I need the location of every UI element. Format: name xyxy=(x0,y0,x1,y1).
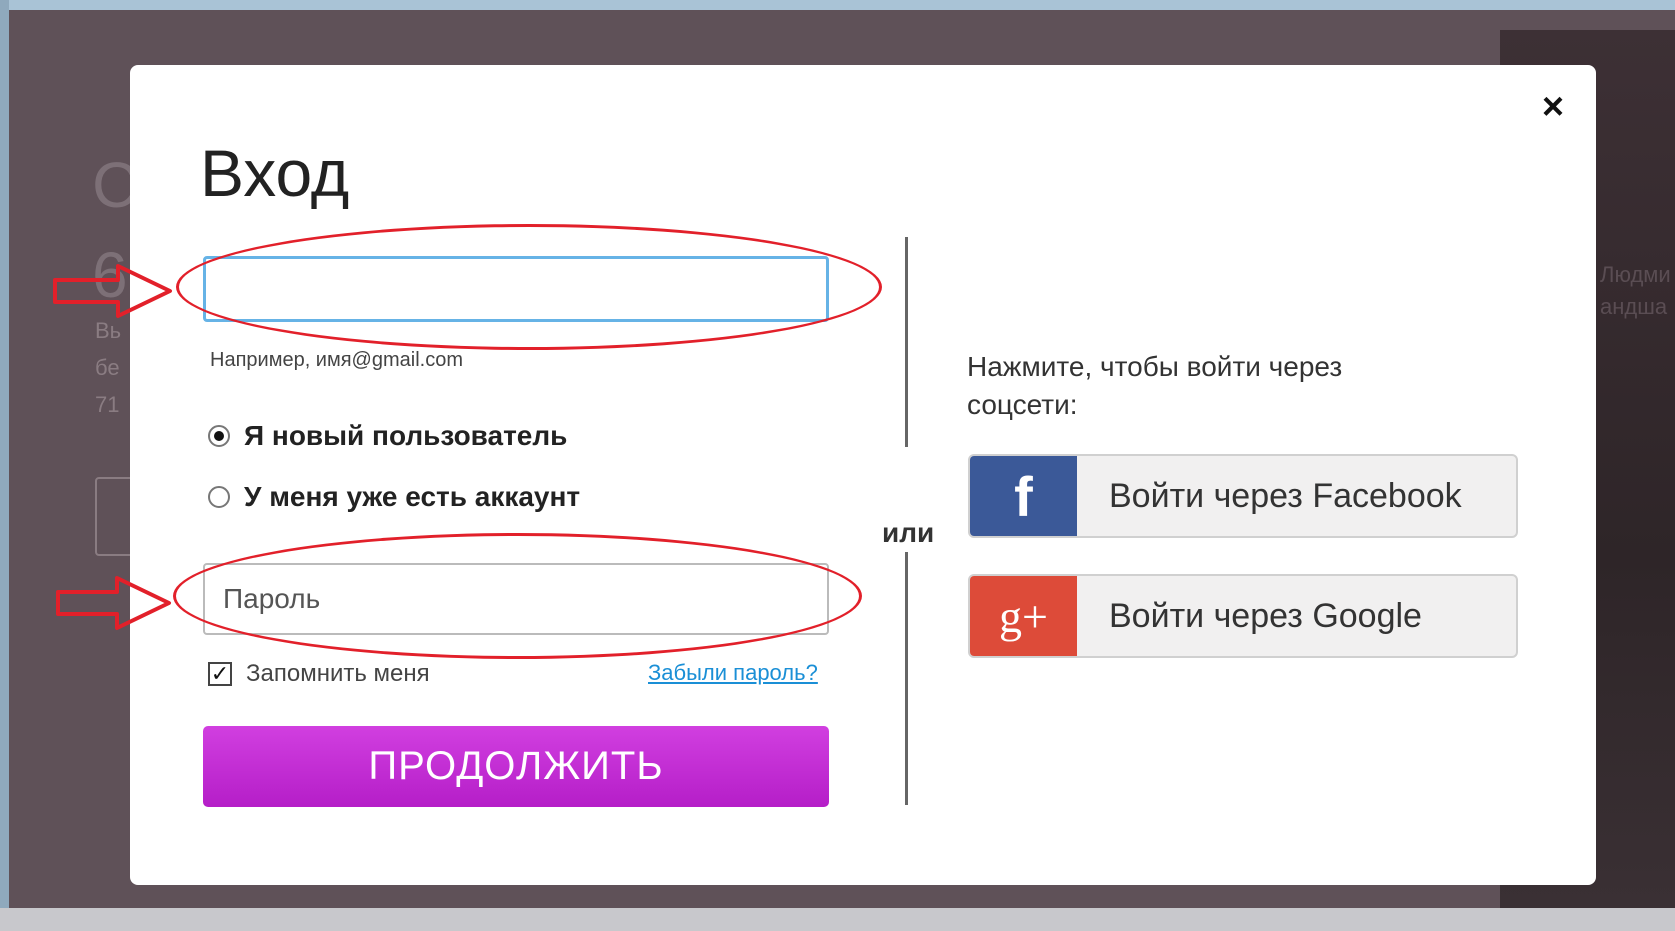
radio-new-user-label: Я новый пользователь xyxy=(244,420,568,451)
annotation-arrow-password xyxy=(56,576,171,630)
radio-existing-account[interactable]: У меня уже есть аккаунт xyxy=(208,481,580,513)
checkbox-checked-icon[interactable]: ✓ xyxy=(208,662,232,686)
divider-top xyxy=(905,237,908,447)
facebook-login-label: Войти через Facebook xyxy=(1109,476,1462,515)
background-text-line: андша xyxy=(1600,294,1668,319)
remember-me-label: Запомнить меня xyxy=(246,660,430,687)
social-login-caption: Нажмите, чтобы войти через соцсети: xyxy=(967,351,1343,420)
radio-new-user[interactable]: Я новый пользователь xyxy=(208,420,567,452)
continue-button[interactable]: ПРОДОЛЖИТЬ xyxy=(203,726,829,807)
radio-existing-account-label: У меня уже есть аккаунт xyxy=(244,481,581,512)
background-text-line: бе xyxy=(95,355,120,380)
annotation-ellipse-password xyxy=(173,533,862,659)
background-text-line: Людми xyxy=(1600,262,1671,287)
facebook-login-button[interactable]: f Войти через Facebook xyxy=(968,454,1518,538)
background-text-line: 71 xyxy=(95,392,120,417)
forgot-password-link[interactable]: Забыли пароль? xyxy=(648,660,818,686)
close-icon[interactable]: × xyxy=(1533,87,1573,127)
annotation-ellipse-email xyxy=(176,224,882,350)
facebook-icon: f xyxy=(970,456,1077,536)
divider-bottom xyxy=(905,552,908,805)
email-hint: Например, имя@gmail.com xyxy=(210,349,463,371)
radio-selected-icon[interactable] xyxy=(208,425,230,447)
google-login-label: Войти через Google xyxy=(1109,596,1422,635)
background-left-strip xyxy=(0,0,9,931)
or-label: или xyxy=(882,517,935,548)
login-modal: × Вход Например, имя@gmail.com Я новый п… xyxy=(130,65,1596,885)
modal-title: Вход xyxy=(200,136,350,210)
background-text-line: Вь xyxy=(95,318,122,343)
radio-unselected-icon[interactable] xyxy=(208,486,230,508)
remember-me-checkbox[interactable]: ✓ Запомнить меня xyxy=(208,660,430,688)
google-login-button[interactable]: g+ Войти через Google xyxy=(968,574,1518,658)
background-top-strip xyxy=(0,0,1675,10)
background-bottom-strip xyxy=(0,908,1675,931)
annotation-arrow-email xyxy=(53,264,172,318)
google-plus-icon: g+ xyxy=(970,576,1077,656)
